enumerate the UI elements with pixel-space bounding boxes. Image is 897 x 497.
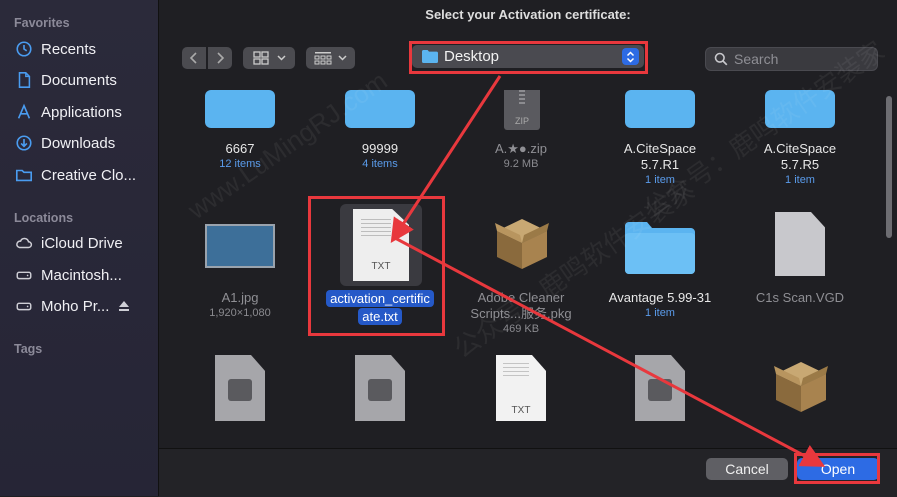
- sidebar-item-icloud-drive[interactable]: iCloud Drive: [14, 231, 123, 255]
- file-detail: 4 items: [362, 158, 398, 170]
- scrollbar[interactable]: [886, 96, 892, 238]
- document-icon: [775, 212, 825, 276]
- disk-image-icon: [635, 355, 685, 421]
- file-detail: 1 item: [645, 307, 675, 319]
- chevron-down-icon: [276, 55, 286, 61]
- sidebar-item-macintosh[interactable]: Macintosh...: [14, 263, 122, 287]
- file-detail: 469 KB: [502, 323, 540, 335]
- disk-icon: [14, 265, 34, 285]
- back-button[interactable]: [182, 47, 206, 69]
- chevron-down-icon: [338, 55, 347, 61]
- search-placeholder: Search: [734, 51, 779, 67]
- sidebar-item-label: iCloud Drive: [41, 234, 123, 252]
- disk-icon: [14, 296, 34, 316]
- favorites-heading: Favorites: [14, 16, 70, 30]
- sidebar-item-applications[interactable]: Applications: [14, 100, 122, 124]
- chevron-right-icon: [217, 52, 225, 64]
- group-view-icon: [314, 52, 332, 65]
- search-field[interactable]: Search: [705, 47, 878, 71]
- sidebar-item-label: Recents: [41, 40, 97, 58]
- file-name-line: A.CiteSpace: [763, 141, 837, 156]
- file-name: A1.jpg: [221, 290, 259, 305]
- sidebar-item-label: Macintosh...: [41, 266, 122, 284]
- sidebar-item-label: Documents: [41, 71, 117, 89]
- image-thumbnail-icon: [205, 224, 275, 268]
- forward-button[interactable]: [208, 47, 232, 69]
- file-detail: 1,920×1,080: [209, 307, 271, 319]
- file-grid: 6667 12 items 99999 4 items ZIP A.★●.zip…: [159, 90, 887, 440]
- sidebar-item-recents[interactable]: Recents: [14, 37, 96, 61]
- file-name: Avantage 5.99-31: [608, 290, 712, 305]
- file-detail: 12 items: [219, 158, 261, 170]
- folder-icon: [345, 90, 415, 128]
- highlight-open-button: [794, 453, 880, 484]
- sidebar-item-creative-cloud[interactable]: Creative Clo...: [14, 163, 136, 187]
- package-icon: [774, 362, 828, 412]
- sidebar-item-label: Applications: [41, 103, 122, 121]
- file-name: 6667: [225, 141, 255, 156]
- folder-icon: [625, 90, 695, 128]
- folder-icon: [765, 90, 835, 128]
- grid-view-icon: [252, 51, 269, 65]
- highlight-selected-file: [308, 196, 445, 336]
- file-name-line: A.CiteSpace: [623, 141, 697, 156]
- sidebar: Favorites Recents Documents Applications…: [0, 0, 159, 496]
- file-detail: 9.2 MB: [503, 158, 539, 170]
- file-name-line: Adobe Cleaner: [477, 290, 565, 305]
- file-name-line: 5.7.R1: [640, 157, 680, 172]
- sidebar-item-label: Creative Clo...: [41, 166, 137, 184]
- disk-image-icon: [215, 355, 265, 421]
- search-icon: [714, 52, 728, 66]
- package-icon: [495, 219, 549, 269]
- cancel-button[interactable]: Cancel: [706, 458, 788, 480]
- folder-icon: [205, 90, 275, 128]
- file-name: 99999: [361, 141, 399, 156]
- group-by-button[interactable]: [306, 47, 355, 69]
- folder-icon: [625, 222, 695, 274]
- download-icon: [14, 133, 34, 153]
- txt-badge: TXT: [511, 405, 531, 416]
- clock-icon: [14, 39, 34, 59]
- dialog-title: Select your Activation certificate:: [425, 7, 631, 22]
- dialog-footer: Cancel Open: [159, 448, 897, 497]
- folder-icon: [14, 165, 34, 185]
- chevron-left-icon: [189, 52, 197, 64]
- sidebar-item-label: Downloads: [41, 134, 116, 152]
- file-name-line: Scripts...服务.pkg: [470, 306, 572, 321]
- file-browser: Select your Activation certificate: Desk…: [159, 0, 897, 496]
- txt-file-icon: TXT: [496, 355, 546, 421]
- locations-heading: Locations: [14, 211, 74, 225]
- tags-heading: Tags: [14, 342, 43, 356]
- sidebar-item-downloads[interactable]: Downloads: [14, 131, 115, 155]
- file-name: A.★●.zip: [494, 141, 548, 156]
- view-mode-button[interactable]: [243, 47, 295, 69]
- file-name: C1s Scan.VGD: [755, 290, 845, 305]
- file-detail: 1 item: [785, 174, 815, 186]
- sidebar-item-documents[interactable]: Documents: [14, 68, 117, 92]
- sidebar-item-label: Moho Pr...: [41, 297, 110, 315]
- sidebar-item-moho[interactable]: Moho Pr...: [14, 294, 131, 318]
- file-detail: 1 item: [645, 174, 675, 186]
- applications-icon: [14, 102, 34, 122]
- zip-icon: ZIP: [504, 90, 540, 130]
- cloud-icon: [14, 233, 34, 253]
- document-icon: [14, 70, 34, 90]
- disk-image-icon: [355, 355, 405, 421]
- zip-badge: ZIP: [514, 116, 529, 126]
- file-name-line: 5.7.R5: [780, 157, 820, 172]
- highlight-location: [409, 41, 648, 74]
- eject-icon[interactable]: [117, 299, 131, 313]
